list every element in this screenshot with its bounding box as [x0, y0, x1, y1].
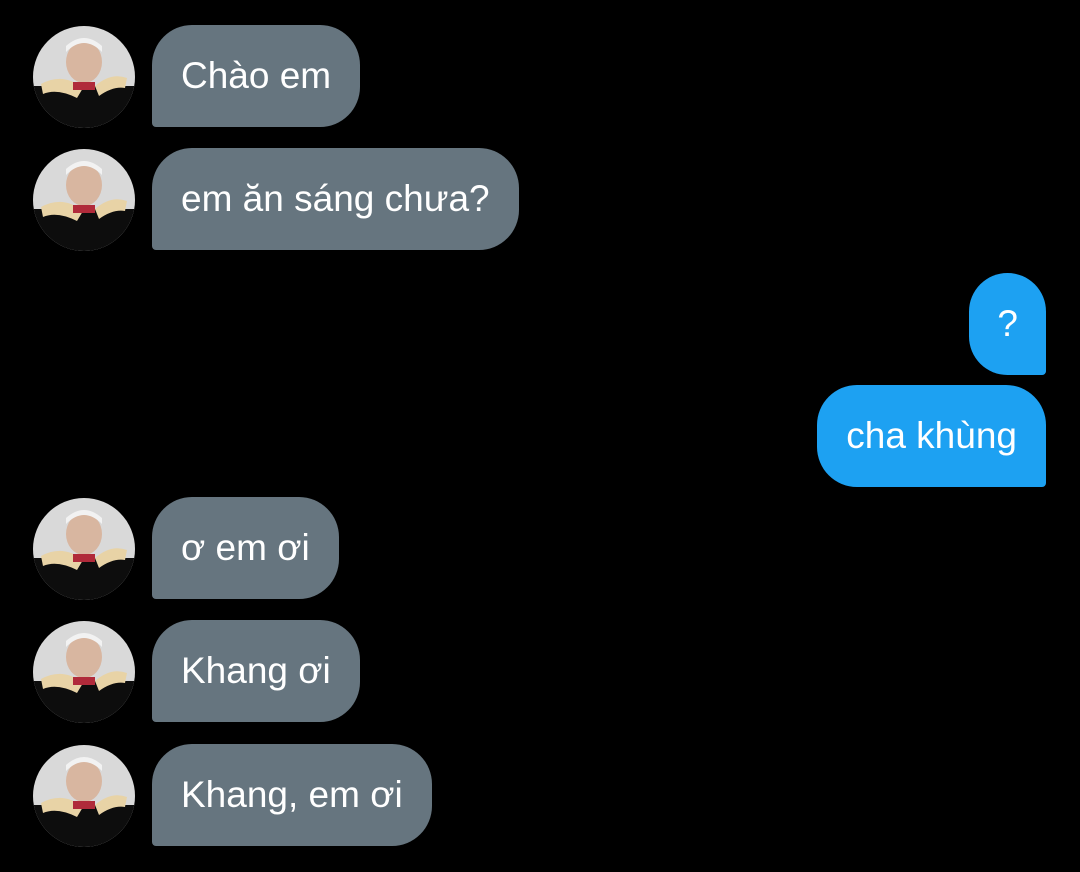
message-row-incoming: em ăn sáng chưa? [0, 148, 1080, 251]
contact-avatar[interactable] [33, 26, 135, 128]
message-row-outgoing: cha khùng [0, 385, 1080, 487]
incoming-message-bubble[interactable]: ơ em ơi [152, 497, 339, 599]
conversation-screen: { "conversation": { "messages": [ { "dir… [0, 0, 1080, 872]
avatar-photo-icon [33, 745, 135, 847]
incoming-message-bubble[interactable]: Khang ơi [152, 620, 360, 722]
avatar-photo-icon [33, 149, 135, 251]
message-row-incoming: Khang, em ơi [0, 744, 1080, 847]
contact-avatar[interactable] [33, 745, 135, 847]
contact-avatar[interactable] [33, 149, 135, 251]
message-row-incoming: ơ em ơi [0, 497, 1080, 600]
message-row-incoming: Chào em [0, 25, 1080, 128]
avatar-photo-icon [33, 26, 135, 128]
incoming-message-bubble[interactable]: Chào em [152, 25, 361, 127]
incoming-message-bubble[interactable]: Khang, em ơi [152, 744, 432, 846]
message-row-incoming: Khang ơi [0, 620, 1080, 723]
outgoing-message-bubble[interactable]: ? [969, 273, 1046, 375]
avatar-photo-icon [33, 498, 135, 600]
avatar-photo-icon [33, 621, 135, 723]
incoming-message-bubble[interactable]: em ăn sáng chưa? [152, 148, 519, 250]
contact-avatar[interactable] [33, 621, 135, 723]
outgoing-message-bubble[interactable]: cha khùng [817, 385, 1046, 487]
contact-avatar[interactable] [33, 498, 135, 600]
message-row-outgoing: ? [0, 273, 1080, 375]
